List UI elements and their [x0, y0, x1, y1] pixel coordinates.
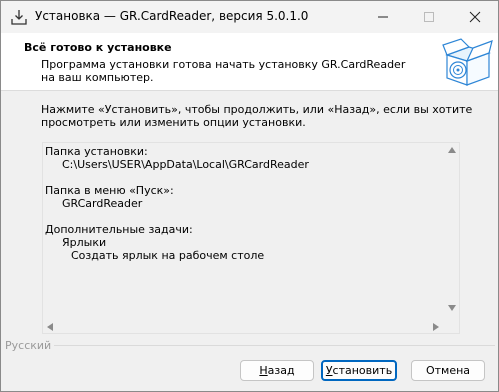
- start-menu-label: Папка в меню «Пуск»:: [45, 184, 174, 197]
- start-menu-value: GRCardReader: [62, 197, 143, 210]
- horizontal-scrollbar[interactable]: [43, 319, 445, 333]
- minimize-button[interactable]: [360, 1, 406, 33]
- install-button-hotkey: У: [325, 364, 333, 377]
- tasks-label: Дополнительные задачи:: [45, 223, 193, 236]
- window-title: Установка — GR.CardReader, версия 5.0.1.…: [35, 9, 309, 23]
- tasks-group: Ярлыки: [62, 236, 107, 249]
- scroll-left-icon[interactable]: [47, 323, 53, 331]
- scroll-corner: [445, 319, 459, 333]
- title-bar[interactable]: Установка — GR.CardReader, версия 5.0.1.…: [1, 1, 498, 33]
- install-button-suffix: становить: [332, 364, 393, 377]
- setup-box-icon: [442, 38, 493, 86]
- maximize-icon: [424, 12, 434, 22]
- install-button[interactable]: Установить: [321, 360, 397, 381]
- page-title: Всё готово к установке: [24, 41, 172, 54]
- close-button[interactable]: [452, 1, 498, 33]
- tasks-item: Создать ярлык на рабочем столе: [71, 249, 265, 262]
- minimize-icon: [378, 16, 388, 18]
- wizard-header: Всё готово к установке Программа установ…: [1, 33, 498, 91]
- close-icon: [469, 11, 481, 23]
- intro-text: Нажмите «Установить», чтобы продолжить, …: [41, 103, 473, 129]
- page-description: Программа установки готова начать устано…: [41, 58, 406, 84]
- ready-memo[interactable]: Папка установки: C:\Users\USER\AppData\L…: [42, 142, 460, 334]
- vertical-scrollbar[interactable]: [445, 143, 459, 317]
- scroll-up-icon[interactable]: [448, 147, 456, 153]
- back-button-hotkey: Н: [259, 364, 268, 377]
- scroll-right-icon[interactable]: [433, 323, 439, 331]
- back-button[interactable]: Назад: [240, 360, 314, 381]
- install-folder-label: Папка установки:: [45, 145, 148, 158]
- cancel-button[interactable]: Отмена: [411, 360, 485, 381]
- language-label: Русский: [5, 339, 55, 352]
- install-folder-value: C:\Users\USER\AppData\Local\GRCardReader: [62, 158, 309, 171]
- maximize-button: [406, 1, 452, 33]
- scroll-down-icon[interactable]: [448, 305, 456, 311]
- installer-icon: [11, 10, 27, 25]
- memo-content: Папка установки: C:\Users\USER\AppData\L…: [43, 145, 443, 262]
- installer-window: Установка — GR.CardReader, версия 5.0.1.…: [0, 0, 499, 392]
- back-button-suffix: азад: [267, 364, 295, 377]
- divider: [49, 345, 495, 346]
